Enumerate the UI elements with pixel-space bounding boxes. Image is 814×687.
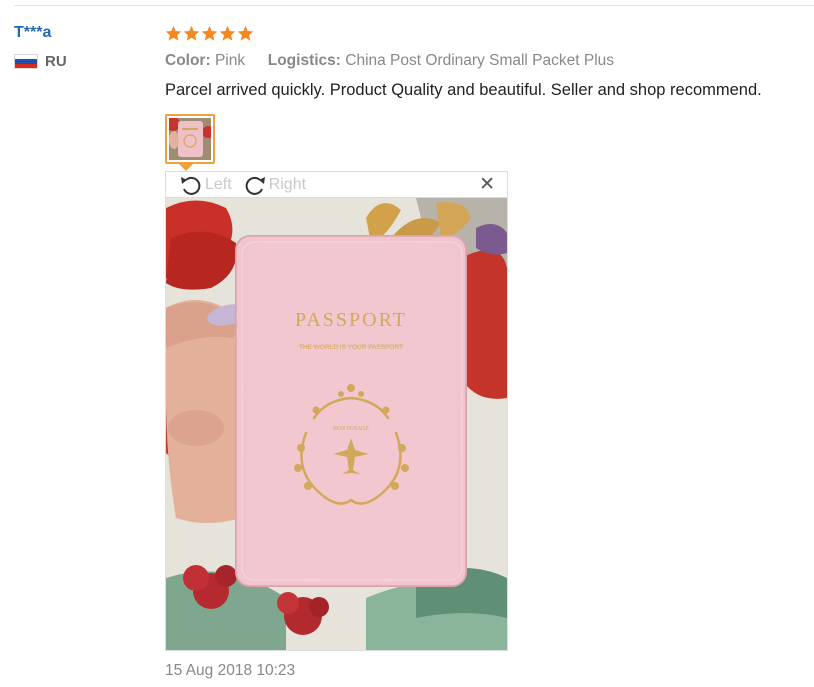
selected-indicator: [179, 164, 193, 171]
color-value: Pink: [214, 52, 246, 69]
star-icon: [237, 25, 254, 41]
country-code: RU: [45, 53, 67, 70]
rotate-left-icon: [181, 176, 201, 195]
rotate-left-button[interactable]: Left: [178, 174, 232, 196]
close-icon[interactable]: ✕: [479, 175, 495, 195]
photo-thumbnail[interactable]: [165, 114, 215, 171]
passport-subtitle: THE WORLD IS YOUR PASSPORT: [299, 344, 403, 351]
star-icon: [165, 25, 182, 41]
review-date: 15 Aug 2018 10:23: [165, 662, 296, 679]
review-body: Color: Pink Logistics: China Post Ordina…: [165, 22, 805, 171]
order-details: Color: Pink Logistics: China Post Ordina…: [165, 50, 805, 72]
review-photo: PASSPORT THE WORLD IS YOUR PASSPORT BON …: [165, 197, 508, 651]
rotate-left-label: Left: [205, 175, 232, 193]
logistics-value: China Post Ordinary Small Packet Plus: [345, 52, 615, 69]
review-text: Parcel arrived quickly. Product Quality …: [165, 81, 762, 99]
reviewer-country: RU: [14, 53, 154, 70]
russia-flag-icon: [14, 54, 38, 69]
star-icon: [183, 25, 200, 41]
rotate-right-button[interactable]: Right: [242, 174, 306, 196]
emblem-text: BON VOYAGE: [333, 426, 369, 432]
top-divider: [14, 5, 814, 6]
star-icon: [219, 25, 236, 41]
color-label: Color:: [165, 52, 211, 69]
reviewer-info: T***a RU: [14, 22, 154, 70]
rotate-right-label: Right: [268, 175, 307, 193]
passport-title: PASSPORT: [295, 309, 407, 331]
rotate-right-icon: [245, 176, 265, 195]
image-viewer: Left Right ✕ PASSPORT THE WORLD IS YOUR …: [165, 171, 508, 651]
star-rating: [165, 22, 805, 44]
logistics-label: Logistics:: [267, 52, 341, 69]
thumbnail-image: [169, 118, 211, 160]
viewer-toolbar: Left Right ✕: [165, 171, 508, 197]
reviewer-name[interactable]: T***a: [14, 22, 154, 44]
star-icon: [201, 25, 218, 41]
